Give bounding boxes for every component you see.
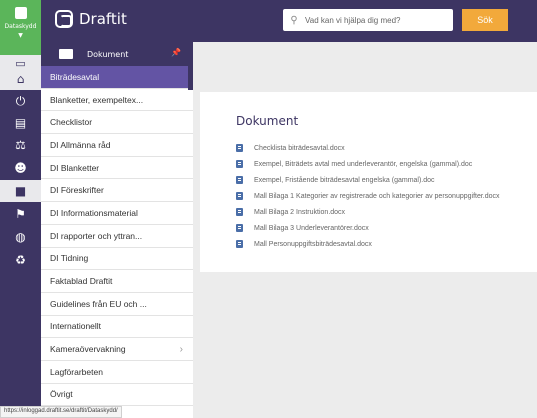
panel-scrollbar[interactable]: [188, 66, 193, 90]
file-link[interactable]: Mall Bilaga 2 Instruktion.docx: [236, 204, 500, 220]
category-item[interactable]: Checklistor: [41, 111, 193, 135]
rail-item-documents[interactable]: ■: [0, 180, 41, 202]
category-label: Internationellt: [50, 321, 102, 332]
chevron-right-icon: ›: [179, 343, 183, 355]
file-link[interactable]: Mall Personuppgiftsbiträdesavtal.docx: [236, 236, 500, 252]
category-item[interactable]: DI Föreskrifter: [41, 179, 193, 203]
category-label: Blanketter, exempeltex...: [50, 94, 144, 105]
file-link[interactable]: Checklista biträdesavtal.docx: [236, 140, 500, 156]
pin-icon[interactable]: 📌: [171, 48, 181, 57]
word-doc-icon: [236, 208, 243, 216]
file-name: Exempel, Biträdets avtal med underlevera…: [254, 160, 473, 168]
category-label: DI Allmänna råd: [50, 139, 111, 150]
word-doc-icon: [236, 192, 243, 200]
rail-item-users[interactable]: ☻: [0, 157, 41, 179]
search-input[interactable]: [305, 15, 445, 25]
app-name: Draftit: [79, 10, 127, 28]
folder-icon: ■: [14, 184, 27, 198]
category-item[interactable]: DI Informationsmaterial: [41, 202, 193, 225]
category-item[interactable]: Lagförarbeten: [41, 361, 193, 384]
panel-header: Dokument 📌: [41, 42, 193, 66]
icon-rail: Dataskydd ▼ ▭ ⌂ ⏻ ▤ ⚖ ☻ ■ ⚑ ◍ ♻: [0, 0, 41, 418]
file-name: Checklista biträdesavtal.docx: [254, 144, 345, 152]
clipboard-icon: ▤: [14, 116, 27, 130]
word-doc-icon: [236, 176, 243, 184]
power-icon: ⏻: [15, 93, 26, 108]
flag-icon: ⚑: [15, 207, 26, 221]
category-label: Faktablad Draftit: [50, 276, 113, 287]
app-logo[interactable]: Draftit: [55, 10, 127, 28]
word-doc-icon: [236, 240, 243, 248]
chevron-down-icon: ▼: [18, 32, 23, 39]
category-item[interactable]: DI Tidning: [41, 248, 193, 271]
document-card: Dokument Checklista biträdesavtal.docx E…: [200, 92, 537, 272]
rail-item-flag[interactable]: ⚑: [0, 203, 41, 225]
category-label: DI rapporter och yttran...: [50, 230, 143, 241]
top-bar: Draftit ⚲ Sök: [41, 0, 537, 42]
category-item[interactable]: DI Blanketter: [41, 157, 193, 180]
file-name: Mall Bilaga 1 Kategorier av registrerade…: [254, 192, 500, 200]
category-item[interactable]: DI rapporter och yttran...: [41, 225, 193, 248]
brand-label: Dataskydd: [4, 23, 37, 30]
category-item[interactable]: Guidelines från EU och ...: [41, 293, 193, 316]
category-list: Biträdesavtal Blanketter, exempeltex... …: [41, 66, 193, 407]
gavel-icon: ⚖: [15, 138, 26, 152]
file-name: Exempel, Fristående biträdesavtal engels…: [254, 176, 435, 184]
category-label: Biträdesavtal: [50, 71, 100, 82]
rail-item-law[interactable]: ⚖: [0, 134, 41, 156]
rail-item-checklist[interactable]: ▤: [0, 112, 41, 134]
category-label: DI Informationsmaterial: [50, 207, 138, 218]
category-item[interactable]: Internationellt: [41, 316, 193, 339]
rail-item-power[interactable]: ⏻: [0, 90, 41, 112]
building-icon: ⌂: [16, 72, 25, 86]
category-label: Guidelines från EU och ...: [50, 298, 147, 309]
category-item[interactable]: Biträdesavtal: [41, 66, 193, 89]
file-link[interactable]: Mall Bilaga 1 Kategorier av registrerade…: [236, 188, 500, 204]
file-name: Mall Bilaga 2 Instruktion.docx: [254, 208, 346, 216]
category-label: DI Tidning: [50, 253, 89, 264]
file-link[interactable]: Mall Bilaga 3 Underleverantörer.docx: [236, 220, 500, 236]
category-item[interactable]: Övrigt: [41, 384, 193, 407]
word-doc-icon: [236, 160, 243, 168]
word-doc-icon: [236, 144, 243, 152]
globe-icon: ◍: [15, 230, 26, 244]
category-label: DI Blanketter: [50, 162, 100, 173]
search-box: ⚲: [283, 9, 453, 31]
file-link[interactable]: Exempel, Fristående biträdesavtal engels…: [236, 172, 500, 188]
category-label: Kameraövervakning: [50, 344, 126, 355]
recycle-icon: ♻: [15, 253, 26, 267]
category-label: Lagförarbeten: [50, 366, 103, 377]
file-link[interactable]: Exempel, Biträdets avtal med underlevera…: [236, 156, 500, 172]
page-title: Dokument: [236, 114, 299, 128]
brand-switcher[interactable]: Dataskydd ▼: [0, 0, 41, 55]
file-list: Checklista biträdesavtal.docx Exempel, B…: [236, 140, 500, 252]
draftit-logo-icon: [55, 10, 73, 28]
rail-item-recycle[interactable]: ♻: [0, 249, 41, 271]
status-url-bar: https://inloggad.draftit.se/draftit/Data…: [0, 406, 122, 418]
word-doc-icon: [236, 224, 243, 232]
file-name: Mall Personuppgiftsbiträdesavtal.docx: [254, 240, 372, 248]
folder-icon: [59, 49, 73, 59]
category-item[interactable]: DI Allmänna råd: [41, 134, 193, 157]
documents-panel: Dokument 📌 Biträdesavtal Blanketter, exe…: [41, 42, 193, 418]
category-item[interactable]: Faktablad Draftit: [41, 270, 193, 293]
brand-icon: [14, 7, 27, 19]
search-icon: ⚲: [290, 14, 298, 26]
panel-title: Dokument: [87, 49, 129, 59]
rail-item-globe[interactable]: ◍: [0, 226, 41, 248]
search-button[interactable]: Sök: [462, 9, 508, 31]
rail-item-start[interactable]: ⌂: [0, 68, 41, 90]
category-label: Checklistor: [50, 117, 93, 128]
category-item[interactable]: Blanketter, exempeltex...: [41, 89, 193, 112]
file-name: Mall Bilaga 3 Underleverantörer.docx: [254, 224, 369, 232]
category-label: DI Föreskrifter: [50, 185, 104, 196]
category-label: Övrigt: [50, 389, 73, 400]
users-icon: ☻: [14, 161, 27, 175]
category-item[interactable]: Kameraövervakning ›: [41, 338, 193, 361]
